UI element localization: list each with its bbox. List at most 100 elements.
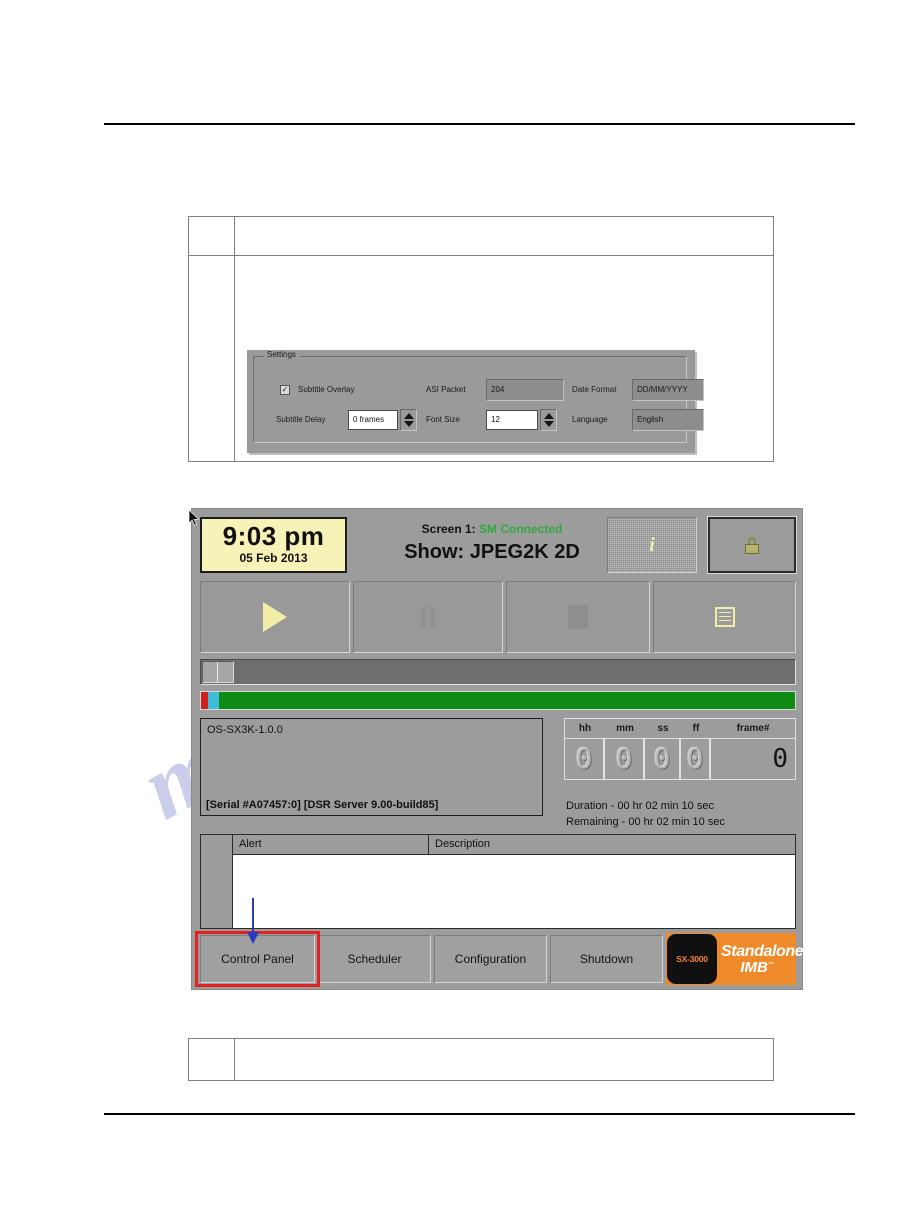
mouse-cursor-icon <box>188 509 200 526</box>
stepper-down-icon[interactable] <box>544 421 554 427</box>
scrollbar-thumb[interactable] <box>202 661 234 683</box>
stop-icon <box>568 605 588 629</box>
product-version: OS-SX3K-1.0.0 <box>207 724 283 736</box>
clock-time: 9:03 pm <box>222 521 325 551</box>
status-badge: SM Connected <box>479 522 563 536</box>
timecode-header-mm: mm <box>616 723 634 734</box>
serial-and-server-info: [Serial #A07457:0] [DSR Server 9.00-buil… <box>206 799 439 811</box>
timecode-value-mm: 0 <box>615 742 633 775</box>
annotation-arrow-icon <box>247 898 259 944</box>
clock-display: 9:03 pm 05 Feb 2013 <box>200 517 347 573</box>
language-label: Language <box>572 415 608 424</box>
stepper-down-icon[interactable] <box>404 421 414 427</box>
alert-table-body[interactable] <box>233 855 795 928</box>
version-info-box: OS-SX3K-1.0.0 [Serial #A07457:0] [DSR Se… <box>200 718 543 816</box>
subtitle-delay-label: Subtitle Delay <box>276 415 326 424</box>
date-format-label: Date Format <box>572 385 617 394</box>
page-footer-rule <box>104 1113 855 1115</box>
timecode-value-ff: 0 <box>686 742 704 775</box>
font-size-stepper[interactable] <box>540 409 557 431</box>
progress-segment-0 <box>201 692 209 709</box>
show-title: Show: JPEG2K 2D <box>404 541 580 563</box>
stepper-up-icon[interactable] <box>404 413 414 419</box>
playlist-icon <box>714 607 735 627</box>
timecode-value-frame: 0 <box>772 744 788 774</box>
date-format-combobox[interactable]: DD/MM/YYYY <box>632 379 704 401</box>
lock-button[interactable] <box>707 516 797 574</box>
asi-packet-combobox[interactable]: 204 <box>486 379 564 401</box>
clock-date: 05 Feb 2013 <box>239 551 308 565</box>
sx3000-chip: SX-3000 <box>667 934 717 984</box>
subtitle-delay-stepper[interactable] <box>400 409 417 431</box>
alert-column-header: Alert <box>233 835 429 854</box>
timecode-header-frame: frame# <box>736 723 770 734</box>
table-step-number-cell <box>189 217 235 461</box>
play-icon <box>263 602 287 632</box>
subtitle-overlay-checkbox[interactable]: ✓ <box>280 385 290 395</box>
sx3000-label: SX-3000 <box>676 954 708 964</box>
playback-progress-bar[interactable] <box>200 691 796 710</box>
timecode-cell-ss: 0 <box>644 738 680 780</box>
brand-line-standalone: Standalone <box>721 942 804 960</box>
timecode-cell-ff: 0 <box>680 738 710 780</box>
brand-line-imb: IMB™ <box>721 960 803 975</box>
stop-button[interactable] <box>506 581 650 653</box>
settings-groupbox: Settings ✓ Subtitle Overlay ASI Packet 2… <box>253 350 704 443</box>
table-row-divider <box>189 255 773 256</box>
playlist-button[interactable] <box>653 581 796 653</box>
font-size-label: Font Size <box>426 415 460 424</box>
description-column-header: Description <box>435 838 491 850</box>
shutdown-button[interactable]: Shutdown <box>550 935 663 983</box>
pause-button[interactable] <box>353 581 503 653</box>
remaining-text: Remaining - 00 hr 02 min 10 sec <box>566 816 725 828</box>
pause-icon <box>421 606 435 628</box>
duration-text: Duration - 00 hr 02 min 10 sec <box>566 800 714 812</box>
position-scrollbar[interactable] <box>200 659 796 685</box>
timecode-header-ss: ss <box>657 723 669 734</box>
timecode-value-ss: 0 <box>653 742 671 775</box>
timecode-header-hh: hh <box>578 723 592 734</box>
page-header-rule <box>104 123 855 125</box>
info-icon: i <box>649 534 655 556</box>
timecode-cell-frame: 0 <box>710 738 796 780</box>
info-button[interactable]: i <box>607 517 697 573</box>
alert-table-main: Alert Description <box>233 835 795 928</box>
brand-imb-text: IMB <box>740 958 768 976</box>
settings-dialog: Settings ✓ Subtitle Overlay ASI Packet 2… <box>247 350 704 453</box>
brand-text: Standalone IMB™ <box>717 942 804 975</box>
timecode-cell-hh: 0 <box>564 738 604 780</box>
stepper-up-icon[interactable] <box>544 413 554 419</box>
timecode-header-ff: ff <box>692 723 700 734</box>
timecode-digits-row: 0 0 0 0 0 <box>564 738 796 780</box>
play-button[interactable] <box>200 581 350 653</box>
settings-groupbox-legend: Settings <box>264 350 299 359</box>
brand-logo: SX-3000 Standalone IMB™ <box>666 933 804 985</box>
font-size-input[interactable]: 12 <box>486 410 538 430</box>
timecode-display: hh mm ss ff frame# 0 0 0 0 0 <box>564 718 796 780</box>
scheduler-button[interactable]: Scheduler <box>318 935 431 983</box>
document-table-bottom <box>188 1038 774 1081</box>
configuration-button[interactable]: Configuration <box>434 935 547 983</box>
screen-label: Screen 1: <box>421 522 476 536</box>
status-block: Screen 1: SM Connected Show: JPEG2K 2D <box>357 519 627 573</box>
table-content-cell <box>235 1039 773 1080</box>
alert-table: Alert Description <box>200 834 796 929</box>
alert-table-header: Alert Description <box>233 835 795 855</box>
progress-segment-1 <box>208 692 219 709</box>
imb-control-panel: 9:03 pm 05 Feb 2013 Screen 1: SM Connect… <box>191 508 804 990</box>
settings-row-1: ✓ Subtitle Overlay ASI Packet 204 Date F… <box>254 379 704 401</box>
timecode-cell-mm: 0 <box>604 738 644 780</box>
subtitle-overlay-label: Subtitle Overlay <box>298 385 355 394</box>
alert-table-gutter <box>201 835 233 928</box>
timecode-value-hh: 0 <box>575 742 593 775</box>
language-combobox[interactable]: English <box>632 409 704 431</box>
asi-packet-label: ASI Packet <box>426 385 466 394</box>
progress-segment-2 <box>218 692 795 709</box>
lock-icon <box>745 536 759 554</box>
trademark-symbol: ™ <box>767 961 774 968</box>
timecode-header-row: hh mm ss ff frame# <box>564 718 796 738</box>
table-step-number-cell <box>189 1039 235 1080</box>
settings-row-2: Subtitle Delay 0 frames Font Size 12 Lan… <box>254 409 704 431</box>
screen-status-line: Screen 1: SM Connected <box>357 519 627 539</box>
subtitle-delay-input[interactable]: 0 frames <box>348 410 398 430</box>
